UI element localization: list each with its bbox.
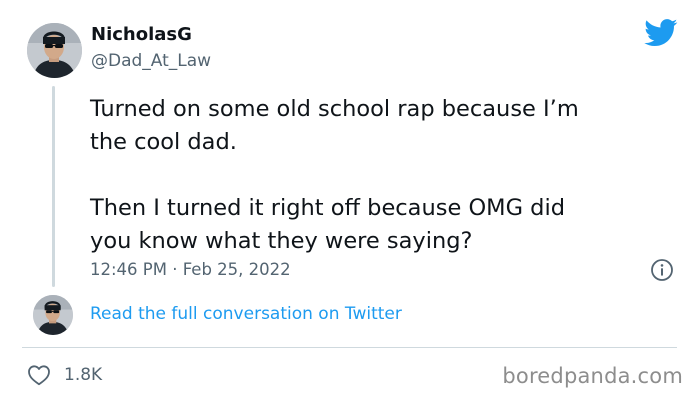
tweet-paragraph: Then I turned it right off because OMG d… [90, 192, 680, 258]
conversation-avatar[interactable] [33, 295, 73, 335]
info-icon[interactable] [650, 258, 674, 282]
like-count: 1.8K [64, 365, 103, 385]
like-button[interactable]: 1.8K [27, 362, 102, 388]
source-watermark: boredpanda.com [502, 364, 683, 388]
author-avatar[interactable] [27, 23, 82, 78]
tweet-text-line: Turned on some old school rap because I’… [90, 96, 579, 122]
twitter-bird-icon[interactable] [644, 19, 678, 47]
read-full-conversation-link[interactable]: Read the full conversation on Twitter [90, 304, 402, 324]
tweet-text-line: the cool dad. [90, 129, 237, 155]
tweet-timestamp[interactable]: 12:46 PM · Feb 25, 2022 [90, 260, 291, 279]
heart-icon [28, 365, 50, 386]
tweet-text-line: you know what they were saying? [90, 228, 473, 254]
tweet-body: Turned on some old school rap because I’… [90, 93, 680, 258]
tweet-embed-card: NicholasG @Dad_At_Law Turned on some old… [0, 0, 700, 400]
tweet-text-line: Then I turned it right off because OMG d… [90, 195, 565, 221]
author-avatar-image [27, 23, 82, 78]
thread-connector-line [52, 86, 55, 287]
author-display-name[interactable]: NicholasG [91, 24, 192, 45]
tweet-paragraph: Turned on some old school rap because I’… [90, 93, 680, 159]
divider [22, 347, 677, 348]
author-handle[interactable]: @Dad_At_Law [91, 51, 211, 71]
conversation-avatar-image [33, 295, 73, 335]
